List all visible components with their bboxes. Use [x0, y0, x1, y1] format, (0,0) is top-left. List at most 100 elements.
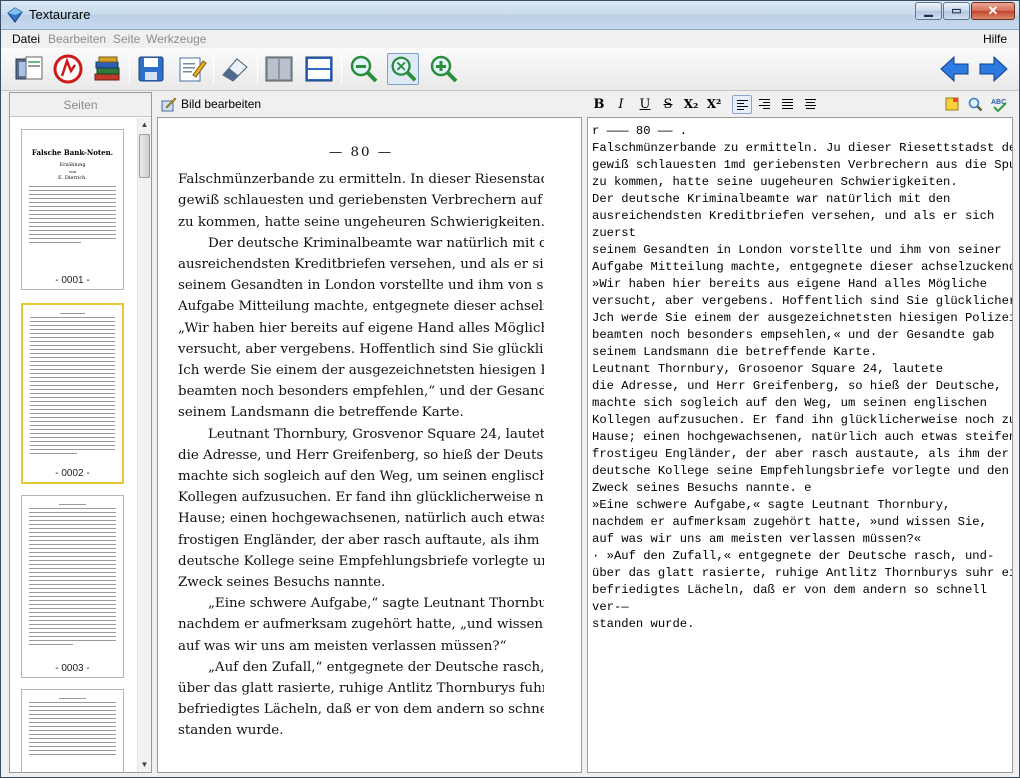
menu-edit[interactable]: Bearbeiten	[48, 32, 106, 46]
editor-toolbar: B I U S X₂ X² ABC	[587, 92, 1015, 116]
align-justify-button[interactable]	[801, 95, 821, 114]
thumbnail-text	[29, 698, 116, 772]
minimize-button[interactable]: ▁	[915, 2, 942, 20]
pages-scrollbar[interactable]: ▲ ▼	[137, 118, 151, 772]
scroll-down-icon[interactable]: ▼	[138, 758, 151, 772]
page-thumbnail[interactable]	[21, 689, 124, 772]
thumbnail-author-prefix: von	[68, 169, 77, 174]
menu-page[interactable]: Seite	[113, 32, 140, 46]
scroll-up-icon[interactable]: ▲	[138, 118, 151, 132]
close-button[interactable]: ✕	[971, 2, 1015, 20]
window-title: Textaurare	[29, 7, 91, 22]
align-left-button[interactable]	[732, 95, 752, 114]
subscript-button[interactable]: X₂	[681, 95, 701, 114]
layout-rows-button[interactable]	[303, 53, 335, 85]
pages-header: Seiten	[10, 93, 151, 117]
page-thumbnail[interactable]: - 0003 -	[21, 495, 124, 678]
scan-line: Falschmünzerbande zu ermitteln. In diese…	[178, 172, 544, 188]
next-page-button[interactable]	[977, 53, 1009, 85]
spellcheck-icon: ABC	[991, 99, 1007, 113]
strikethrough-button[interactable]: S	[658, 95, 678, 114]
edit-image-icon	[161, 97, 177, 112]
scan-line: „Auf den Zufall,“ entgegnete der Deutsch…	[208, 659, 544, 675]
library-button[interactable]	[91, 53, 123, 85]
open-pdf-button[interactable]	[52, 53, 84, 85]
menu-file[interactable]: Datei	[12, 32, 40, 46]
scanned-page-view[interactable]: — 80 — Falschmünzerbande zu ermitteln. I…	[157, 117, 582, 773]
toolbar-separator	[213, 54, 214, 84]
layout-columns-button[interactable]	[263, 53, 295, 85]
align-center-button[interactable]	[778, 95, 798, 114]
pdf-icon	[53, 54, 83, 84]
scan-line: seinem Gesandten in London vorstellte un…	[178, 278, 544, 294]
thumbnail-byline: E. Dietrich.	[57, 175, 87, 181]
zoom-fit-button[interactable]	[387, 53, 419, 85]
bold-button[interactable]: B	[589, 95, 609, 114]
pages-panel: Seiten Falsche Bank-Noten. Erzählung von…	[9, 92, 152, 773]
notes-button[interactable]	[942, 95, 962, 114]
sticky-note-icon	[945, 97, 959, 111]
app-window: Textaurare ▁ ▭ ✕ Datei Bearbeiten Seite …	[0, 0, 1020, 778]
erase-button[interactable]	[219, 53, 251, 85]
align-right-icon	[759, 99, 770, 109]
thumbnail-subtitle: Erzählung	[59, 162, 86, 168]
scan-line: auf was wir uns am meisten verlassen müs…	[178, 638, 507, 654]
previous-page-button[interactable]	[939, 53, 971, 85]
maximize-button[interactable]: ▭	[943, 2, 970, 20]
scan-line: Der deutsche Kriminalbeamte war natürlic…	[208, 235, 544, 251]
edit-document-button[interactable]	[175, 53, 207, 85]
scan-line: über das glatt rasierte, ruhige Antlitz …	[178, 681, 544, 697]
scan-line: frostigen Engländer, der aber rasch auft…	[178, 532, 544, 548]
scan-line: nachdem er aufmerksam zugehört hatte, „u…	[178, 617, 544, 633]
scan-button[interactable]	[12, 53, 44, 85]
scan-line: die Adresse, und Herr Greifenberg, so hi…	[178, 447, 544, 463]
scan-line: beamten noch besonders empfehlen,“ und d…	[178, 384, 544, 400]
thumbnail-text	[29, 186, 116, 267]
erase-icon	[222, 58, 248, 82]
scan-line: Kollegen aufzusuchen. Er fand ihn glückl…	[178, 490, 544, 506]
align-right-button[interactable]	[755, 95, 775, 114]
menu-tools[interactable]: Werkzeuge	[146, 32, 206, 46]
maximize-icon: ▭	[951, 5, 962, 17]
main-toolbar	[1, 48, 1019, 91]
find-button[interactable]	[965, 95, 985, 114]
window-controls: ▁ ▭ ✕	[914, 2, 1015, 20]
scrollbar-thumb[interactable]	[139, 134, 150, 178]
thumbnail-label: - 0001 -	[55, 275, 90, 286]
zoom-in-button[interactable]	[427, 53, 459, 85]
page-thumbnail-list: Falsche Bank-Noten. Erzählung von E. Die…	[10, 118, 137, 772]
thumbnail-label: - 0002 -	[55, 468, 90, 479]
menu-help[interactable]: Hilfe	[983, 32, 1007, 46]
zoom-out-icon	[350, 55, 378, 83]
scan-line: seinem Landsmann die betreffende Karte.	[178, 405, 464, 421]
search-icon	[968, 97, 983, 112]
scan-line: deutsche Kollege seine Empfehlungsbriefe…	[178, 553, 544, 569]
scan-line: standen wurde.	[178, 723, 284, 739]
superscript-button[interactable]: X²	[704, 95, 724, 114]
two-rows-icon	[305, 56, 333, 82]
ocr-text-content[interactable]: r ——— 80 —— . Falschmünzerbande zu ermit…	[592, 123, 1012, 633]
save-icon	[138, 56, 164, 82]
scanner-icon	[15, 56, 43, 80]
page-thumbnail[interactable]: Falsche Bank-Noten. Erzählung von E. Die…	[21, 129, 124, 290]
scan-line: versucht, aber vergebens. Hoffentlich si…	[178, 341, 544, 357]
spellcheck-button[interactable]: ABC	[989, 95, 1009, 114]
underline-button[interactable]: U	[635, 95, 655, 114]
scan-line: machte sich sogleich auf den Weg, um sei…	[178, 469, 544, 485]
ocr-text-editor[interactable]: r ——— 80 —— . Falschmünzerbande zu ermit…	[587, 117, 1013, 773]
align-center-icon	[782, 99, 793, 109]
scan-line: gewiß schlauesten und geriebensten Verbr…	[178, 193, 544, 209]
edit-image-button[interactable]: Bild bearbeiten	[161, 95, 261, 113]
zoom-out-button[interactable]	[347, 53, 379, 85]
zoom-fit-icon	[391, 56, 417, 82]
thumbnail-label: - 0003 -	[55, 663, 90, 674]
scanned-page-text: — 80 — Falschmünzerbande zu ermitteln. I…	[178, 142, 544, 742]
italic-button[interactable]: I	[611, 95, 631, 114]
save-button[interactable]	[135, 53, 167, 85]
scan-line: Zweck seines Besuchs nannte.	[178, 575, 386, 591]
scanned-page-number: — 80 —	[328, 145, 394, 160]
toolbar-separator	[129, 54, 130, 84]
app-logo-icon	[7, 7, 23, 23]
page-thumbnail-selected[interactable]: - 0002 -	[21, 303, 124, 484]
edit-document-icon	[179, 57, 207, 82]
